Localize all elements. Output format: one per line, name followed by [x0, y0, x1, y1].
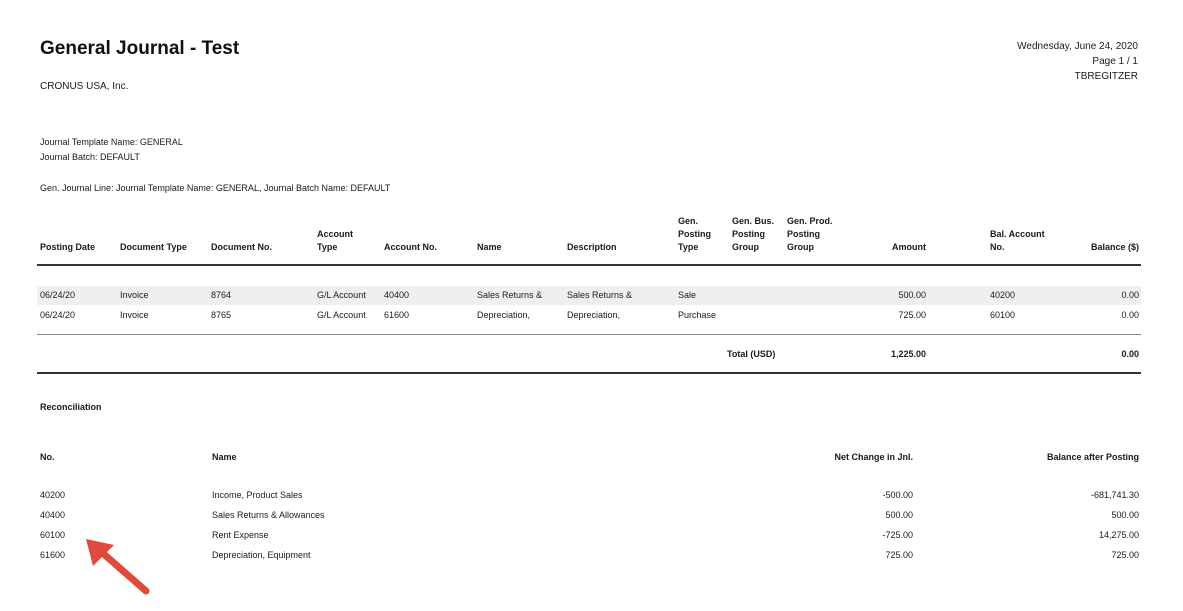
col-account-type-line2: Type — [317, 242, 338, 252]
col-document-no: Document No. — [211, 242, 273, 252]
recon-cell-balance-after: 14,275.00 — [1098, 530, 1139, 540]
recon-cell-name: Income, Product Sales — [212, 490, 303, 500]
total-label: Total (USD) — [727, 349, 776, 359]
cell-gen-posting-type: Purchase — [678, 310, 717, 320]
recon-cell-balance-after: 725.00 — [1111, 550, 1139, 560]
recon-col-balance-after: Balance after Posting — [1046, 452, 1139, 462]
col-account-no: Account No. — [384, 242, 437, 252]
cell-document-type: Invoice — [120, 310, 149, 320]
recon-col-name: Name — [212, 452, 237, 462]
cell-gen-posting-type: Sale — [678, 290, 697, 300]
col-account-type-line1: Account — [317, 229, 353, 239]
col-bal-account-line1: Bal. Account — [990, 229, 1045, 239]
recon-cell-no: 60100 — [40, 530, 66, 540]
cell-account-no: 61600 — [384, 310, 410, 320]
cell-posting-date: 06/24/20 — [40, 290, 76, 300]
col-gen-prod-line3: Group — [787, 242, 814, 252]
user-id: TBREGITZER — [1074, 71, 1138, 82]
cell-document-no: 8764 — [211, 290, 232, 300]
col-posting-date: Posting Date — [40, 242, 96, 252]
cell-balance: 0.00 — [1121, 290, 1139, 300]
cell-document-type: Invoice — [120, 290, 149, 300]
cell-account-type: G/L Account — [317, 290, 366, 300]
recon-col-no: No. — [40, 452, 55, 462]
cell-posting-date: 06/24/20 — [40, 310, 76, 320]
cell-bal-account-no: 40200 — [990, 290, 1016, 300]
col-gen-posting-type-line1: Gen. — [678, 216, 699, 226]
col-gen-bus-line1: Gen. Bus. — [732, 216, 775, 226]
cell-bal-account-no: 60100 — [990, 310, 1016, 320]
col-bal-account-line2: No. — [990, 242, 1005, 252]
cell-account-no: 40400 — [384, 290, 410, 300]
col-gen-bus-line3: Group — [732, 242, 759, 252]
recon-cell-balance-after: -681,741.30 — [1090, 490, 1139, 500]
cell-name: Sales Returns & — [477, 290, 543, 300]
col-gen-posting-type-line2: Posting — [678, 229, 711, 239]
recon-col-net-change: Net Change in Jnl. — [834, 452, 913, 462]
recon-cell-net-change: -725.00 — [882, 530, 913, 540]
col-gen-prod-line1: Gen. Prod. — [787, 216, 833, 226]
col-amount: Amount — [892, 242, 926, 252]
col-document-type: Document Type — [120, 242, 187, 252]
cell-document-no: 8765 — [211, 310, 232, 320]
company-name: CRONUS USA, Inc. — [40, 81, 129, 92]
annotation-arrow-icon — [86, 539, 150, 595]
cell-description: Depreciation, — [567, 310, 621, 320]
col-description: Description — [567, 242, 617, 252]
recon-cell-net-change: 725.00 — [885, 550, 913, 560]
col-gen-prod-line2: Posting — [787, 229, 820, 239]
recon-cell-net-change: -500.00 — [882, 490, 913, 500]
cell-name: Depreciation, — [477, 310, 531, 320]
cell-account-type: G/L Account — [317, 310, 366, 320]
recon-cell-name: Rent Expense — [212, 530, 269, 540]
col-name: Name — [477, 242, 502, 252]
header-divider — [37, 264, 1141, 266]
filter-batch: Journal Batch: DEFAULT — [40, 152, 140, 162]
cell-description: Sales Returns & — [567, 290, 633, 300]
filter-template: Journal Template Name: GENERAL — [40, 137, 183, 147]
col-gen-bus-line2: Posting — [732, 229, 765, 239]
recon-cell-name: Depreciation, Equipment — [212, 550, 311, 560]
recon-cell-balance-after: 500.00 — [1111, 510, 1139, 520]
recon-cell-no: 40400 — [40, 510, 66, 520]
cell-amount: 725.00 — [898, 310, 926, 320]
col-gen-posting-type-line3: Type — [678, 242, 699, 252]
report-title: General Journal - Test — [40, 38, 240, 59]
cell-balance: 0.00 — [1121, 310, 1139, 320]
filter-journal-line: Gen. Journal Line: Journal Template Name… — [40, 183, 391, 193]
total-amount: 1,225.00 — [890, 349, 926, 359]
page-number: Page 1 / 1 — [1092, 56, 1138, 67]
reconciliation-title: Reconciliation — [40, 402, 102, 412]
recon-cell-name: Sales Returns & Allowances — [212, 510, 325, 520]
col-balance: Balance ($) — [1090, 242, 1139, 252]
section-divider — [37, 372, 1141, 374]
cell-amount: 500.00 — [898, 290, 926, 300]
recon-cell-no: 61600 — [40, 550, 66, 560]
recon-cell-no: 40200 — [40, 490, 66, 500]
recon-cell-net-change: 500.00 — [885, 510, 913, 520]
report-date: Wednesday, June 24, 2020 — [1017, 41, 1138, 52]
total-divider — [37, 334, 1141, 335]
total-balance: 0.00 — [1121, 349, 1139, 359]
